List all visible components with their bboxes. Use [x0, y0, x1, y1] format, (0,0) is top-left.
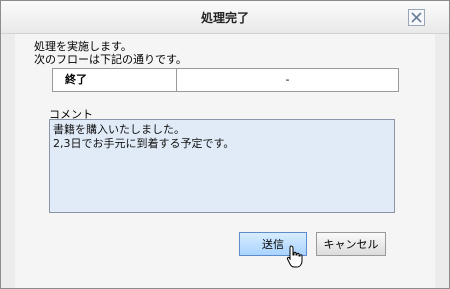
close-icon[interactable]: [408, 9, 425, 26]
flow-value-cell: -: [285, 73, 290, 86]
message-line-2: 次のフローは下記の通りです。: [34, 53, 187, 66]
next-flow-table: 終了 -: [52, 68, 399, 92]
flow-key-cell: 終了: [53, 69, 177, 91]
title-bar: 処理完了: [1, 1, 449, 34]
dialog-window: 処理完了 処理を実施します。 次のフローは下記の通りです。 終了 - コメント …: [0, 0, 450, 289]
hand-pointer-icon: [286, 245, 304, 272]
comment-textarea[interactable]: 書籍を購入いたしました。 2,3日でお手元に到着する予定です。: [49, 119, 395, 213]
cancel-button[interactable]: キャンセル: [316, 232, 386, 256]
dialog-title: 処理完了: [200, 11, 249, 25]
